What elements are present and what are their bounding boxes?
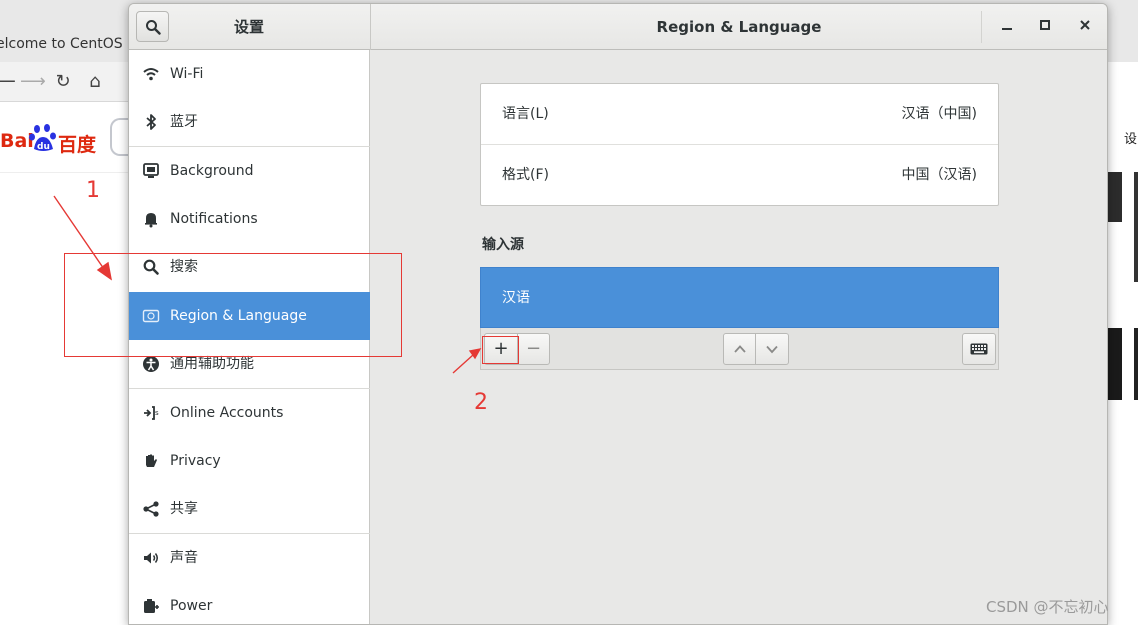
sidebar-item-power[interactable]: Power	[129, 582, 370, 624]
thumbnail-image	[1108, 172, 1122, 222]
thumbnail-image	[1134, 172, 1138, 282]
svg-text:s: s	[155, 409, 159, 417]
sidebar-item-label: Power	[170, 598, 213, 614]
baidu-logo[interactable]: Bai du 百度	[0, 120, 104, 160]
online-accounts-icon: s	[144, 406, 159, 420]
language-label: 语言(L)	[502, 106, 549, 122]
watermark: CSDN @不忘初心	[986, 598, 1109, 616]
maximize-button[interactable]	[1033, 15, 1057, 39]
background-icon	[143, 163, 159, 178]
browser-tab-title[interactable]: elcome to CentOS	[0, 36, 123, 52]
language-value: 汉语（中国)	[901, 106, 977, 122]
sidebar-item-label: Notifications	[170, 211, 258, 227]
move-down-button[interactable]	[755, 333, 789, 365]
sidebar-item-label: Background	[170, 163, 254, 179]
accessibility-icon	[143, 356, 159, 372]
language-format-card: 语言(L) 汉语（中国) 格式(F) 中国（汉语)	[480, 83, 999, 206]
minimize-icon	[1002, 28, 1012, 30]
sidebar-item-label: Privacy	[170, 453, 221, 469]
bluetooth-icon	[146, 114, 156, 130]
baidu-paw-icon: du	[29, 124, 56, 152]
share-icon	[143, 501, 159, 517]
format-label: 格式(F)	[502, 167, 549, 183]
annotation-label: 2	[474, 390, 488, 415]
sidebar-item-sound[interactable]: 声音	[129, 534, 370, 582]
divider	[981, 11, 982, 43]
remove-input-source-button[interactable]: −	[517, 333, 550, 365]
sidebar-item-label: Wi-Fi	[170, 66, 204, 82]
sidebar-item-privacy[interactable]: Privacy	[129, 437, 370, 485]
title-bar: 设置 Region & Language	[129, 4, 1107, 50]
highlight-box-region-language	[64, 253, 402, 357]
home-icon[interactable]: ⌂	[83, 70, 107, 94]
sidebar-item-bluetooth[interactable]: 蓝牙	[129, 98, 370, 146]
sidebar-item-sharing[interactable]: 共享	[129, 485, 370, 533]
bell-icon	[145, 213, 157, 228]
thumbnail-image	[1108, 328, 1122, 400]
format-row[interactable]: 格式(F) 中国（汉语)	[481, 145, 998, 205]
forward-icon[interactable]: ⟶	[20, 70, 46, 94]
minimize-button[interactable]	[995, 15, 1019, 39]
close-icon	[1080, 20, 1090, 30]
input-source-item[interactable]: 汉语	[502, 268, 530, 328]
power-icon	[144, 599, 159, 613]
divider	[0, 172, 128, 173]
browser-right-edge: 设	[1108, 62, 1138, 625]
search-button[interactable]	[136, 11, 169, 42]
speaker-icon	[144, 552, 158, 564]
reload-icon[interactable]: ↻	[51, 70, 75, 94]
close-button[interactable]	[1073, 15, 1097, 39]
sidebar-item-wifi[interactable]: Wi-Fi	[129, 50, 370, 98]
input-sources-toolbar: + −	[480, 328, 999, 370]
keyboard-icon	[970, 343, 988, 355]
sidebar-item-label: Online Accounts	[170, 405, 284, 421]
sidebar-item-background[interactable]: Background	[129, 147, 370, 195]
chevron-up-icon	[733, 345, 746, 353]
sidebar-item-label: 蓝牙	[170, 114, 198, 130]
keyboard-layout-button[interactable]	[962, 333, 996, 365]
format-value: 中国（汉语)	[901, 167, 977, 183]
sidebar-item-notifications[interactable]: Notifications	[129, 195, 370, 243]
wifi-icon	[143, 68, 159, 81]
thumbnail-image	[1134, 328, 1138, 400]
sidebar-item-label: 共享	[170, 501, 198, 517]
sidebar-item-online-accounts[interactable]: s Online Accounts	[129, 389, 370, 437]
move-up-button[interactable]	[723, 333, 756, 365]
svg-text:du: du	[37, 142, 50, 152]
chevron-down-icon	[766, 345, 778, 354]
highlight-box-add-button	[482, 336, 519, 364]
sidebar-item-label: 声音	[170, 550, 198, 566]
language-row[interactable]: 语言(L) 汉语（中国)	[481, 84, 998, 144]
annotation-label: 1	[86, 178, 100, 203]
hand-icon	[146, 454, 157, 467]
settings-link[interactable]: 设	[1124, 128, 1137, 147]
maximize-icon	[1040, 20, 1050, 30]
input-sources-heading: 输入源	[482, 237, 524, 253]
input-sources-list: 汉语	[480, 267, 999, 328]
search-icon	[146, 20, 161, 35]
back-icon[interactable]: ⟵	[0, 70, 16, 94]
